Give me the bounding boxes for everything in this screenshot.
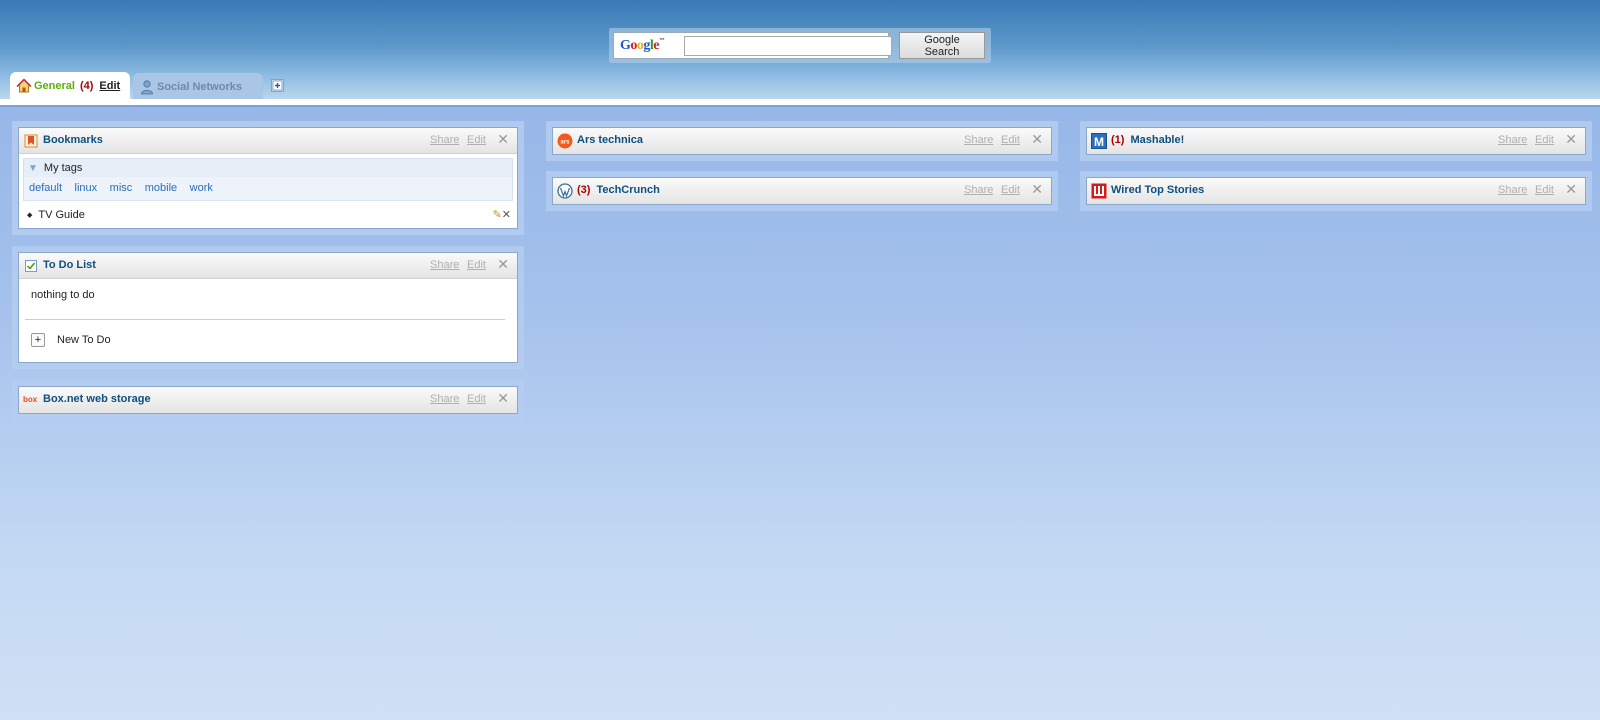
edit-pencil-icon[interactable]: ✎ xyxy=(493,209,502,221)
ars-title: Ars technica xyxy=(577,134,644,146)
techcrunch-edit-link[interactable]: Edit xyxy=(1001,184,1020,196)
wired-title: Wired Top Stories xyxy=(1111,184,1205,196)
bookmark-item-label[interactable]: TV Guide xyxy=(38,209,84,221)
bookmark-item[interactable]: ◆ TV Guide ✎✕ xyxy=(19,205,517,225)
bullet-icon: ◆ xyxy=(27,212,33,219)
my-tags-header[interactable]: ▼ My tags xyxy=(24,159,512,177)
google-search-box: Google™ Google Search xyxy=(609,28,991,63)
wired-edit-link[interactable]: Edit xyxy=(1535,184,1554,196)
techcrunch-unread-badge: (3) xyxy=(577,184,591,196)
ars-icon-text: ars xyxy=(560,140,570,146)
todo-body: nothing to do + New To Do xyxy=(19,279,517,360)
bookmarks-share-link[interactable]: Share xyxy=(430,134,459,146)
tags-list: default linux misc mobile work xyxy=(24,177,512,200)
ars-widget-frame: ars Ars technica Share Edit ✕ xyxy=(546,121,1058,161)
todo-widget: To Do List Share Edit ✕ nothing to do + … xyxy=(18,252,518,363)
todo-empty-text: nothing to do xyxy=(31,289,95,301)
techcrunch-widget: (3) TechCrunch Share Edit ✕ xyxy=(552,177,1052,205)
box-widget: box Box.net web storage Share Edit ✕ xyxy=(18,386,518,414)
mashable-icon: M xyxy=(1091,133,1107,149)
ars-header[interactable]: ars Ars technica Share Edit ✕ xyxy=(553,128,1051,154)
mashable-header[interactable]: M (1) Mashable! Share Edit ✕ xyxy=(1087,128,1585,154)
techcrunch-title: (3) TechCrunch xyxy=(577,184,660,196)
box-close-icon[interactable]: ✕ xyxy=(497,391,509,407)
tab-social-label: Social Networks xyxy=(157,80,242,93)
todo-edit-link[interactable]: Edit xyxy=(467,259,486,271)
my-tags-panel: ▼ My tags default linux misc mobile work xyxy=(23,158,513,201)
new-todo-row[interactable]: + New To Do xyxy=(31,320,505,360)
google-logo: Google™ xyxy=(620,38,665,53)
bookmarks-close-icon[interactable]: ✕ xyxy=(497,132,509,148)
mashable-unread-badge: (1) xyxy=(1111,134,1125,146)
wired-widget-frame: Wired Top Stories Share Edit ✕ xyxy=(1080,171,1592,211)
bookmarks-title: Bookmarks xyxy=(43,134,103,146)
tab-edit-link[interactable]: Edit xyxy=(99,80,120,92)
tag-mobile[interactable]: mobile xyxy=(145,182,177,194)
box-share-link[interactable]: Share xyxy=(430,393,459,405)
wired-share-link[interactable]: Share xyxy=(1498,184,1527,196)
tab-general-count: (4) xyxy=(79,80,94,92)
tag-misc[interactable]: misc xyxy=(110,182,133,194)
checkbox-icon xyxy=(25,260,37,272)
bookmark-icon xyxy=(24,134,38,148)
techcrunch-header[interactable]: (3) TechCrunch Share Edit ✕ xyxy=(553,178,1051,204)
box-title: Box.net web storage xyxy=(43,393,151,405)
collapse-triangle-icon[interactable]: ▼ xyxy=(28,163,38,174)
tab-social-networks[interactable]: Social Networks xyxy=(133,73,263,100)
wired-header[interactable]: Wired Top Stories Share Edit ✕ xyxy=(1087,178,1585,204)
tag-work[interactable]: work xyxy=(190,182,213,194)
bookmark-item-actions: ✎✕ xyxy=(493,208,511,221)
todo-widget-frame: To Do List Share Edit ✕ nothing to do + … xyxy=(12,246,524,369)
user-icon xyxy=(141,79,153,94)
box-edit-link[interactable]: Edit xyxy=(467,393,486,405)
ars-edit-link[interactable]: Edit xyxy=(1001,134,1020,146)
bookmarks-widget: Bookmarks Share Edit ✕ ▼ My tags default… xyxy=(18,127,518,229)
ars-technica-icon: ars xyxy=(557,133,573,149)
bookmarks-widget-frame: Bookmarks Share Edit ✕ ▼ My tags default… xyxy=(12,121,524,235)
todo-share-link[interactable]: Share xyxy=(430,259,459,271)
mashable-close-icon[interactable]: ✕ xyxy=(1565,132,1577,148)
techcrunch-title-text: TechCrunch xyxy=(596,184,660,196)
tab-general-label: General xyxy=(34,80,75,92)
my-tags-label: My tags xyxy=(43,162,83,174)
mashable-edit-link[interactable]: Edit xyxy=(1535,134,1554,146)
mashable-title-text: Mashable! xyxy=(1130,134,1185,146)
ars-widget: ars Ars technica Share Edit ✕ xyxy=(552,127,1052,155)
plus-icon[interactable]: + xyxy=(31,333,45,347)
bookmarks-edit-link[interactable]: Edit xyxy=(467,134,486,146)
tab-general[interactable]: General (4) Edit xyxy=(10,72,130,100)
mashable-share-link[interactable]: Share xyxy=(1498,134,1527,146)
wired-close-icon[interactable]: ✕ xyxy=(1565,182,1577,198)
box-net-icon: box xyxy=(23,395,38,404)
add-tab-icon xyxy=(272,80,283,91)
delete-icon[interactable]: ✕ xyxy=(502,209,511,221)
search-field-wrapper: Google™ xyxy=(613,32,892,59)
todo-close-icon[interactable]: ✕ xyxy=(497,257,509,273)
techcrunch-share-link[interactable]: Share xyxy=(964,184,993,196)
new-todo-label[interactable]: New To Do xyxy=(57,334,111,346)
ars-close-icon[interactable]: ✕ xyxy=(1031,132,1043,148)
mashable-widget-frame: M (1) Mashable! Share Edit ✕ xyxy=(1080,121,1592,161)
techcrunch-close-icon[interactable]: ✕ xyxy=(1031,182,1043,198)
ars-share-link[interactable]: Share xyxy=(964,134,993,146)
todo-header[interactable]: To Do List Share Edit ✕ xyxy=(19,253,517,279)
bookmarks-header[interactable]: Bookmarks Share Edit ✕ xyxy=(19,128,517,154)
wired-icon xyxy=(1091,183,1107,199)
home-icon xyxy=(16,78,32,93)
tag-linux[interactable]: linux xyxy=(75,182,98,194)
box-widget-frame: box Box.net web storage Share Edit ✕ xyxy=(12,380,524,420)
search-input[interactable] xyxy=(684,36,892,56)
todo-title: To Do List xyxy=(43,259,96,271)
wired-widget: Wired Top Stories Share Edit ✕ xyxy=(1086,177,1586,205)
google-search-button[interactable]: Google Search xyxy=(899,32,985,59)
add-tab-button[interactable] xyxy=(271,79,284,92)
techcrunch-widget-frame: (3) TechCrunch Share Edit ✕ xyxy=(546,171,1058,211)
tab-strip-border xyxy=(0,105,1600,107)
mashable-title: (1) Mashable! xyxy=(1111,134,1184,146)
mashable-widget: M (1) Mashable! Share Edit ✕ xyxy=(1086,127,1586,155)
tag-default[interactable]: default xyxy=(29,182,62,194)
wordpress-icon xyxy=(557,183,573,199)
mashable-icon-text: M xyxy=(1094,135,1104,149)
box-header[interactable]: box Box.net web storage Share Edit ✕ xyxy=(19,387,517,413)
